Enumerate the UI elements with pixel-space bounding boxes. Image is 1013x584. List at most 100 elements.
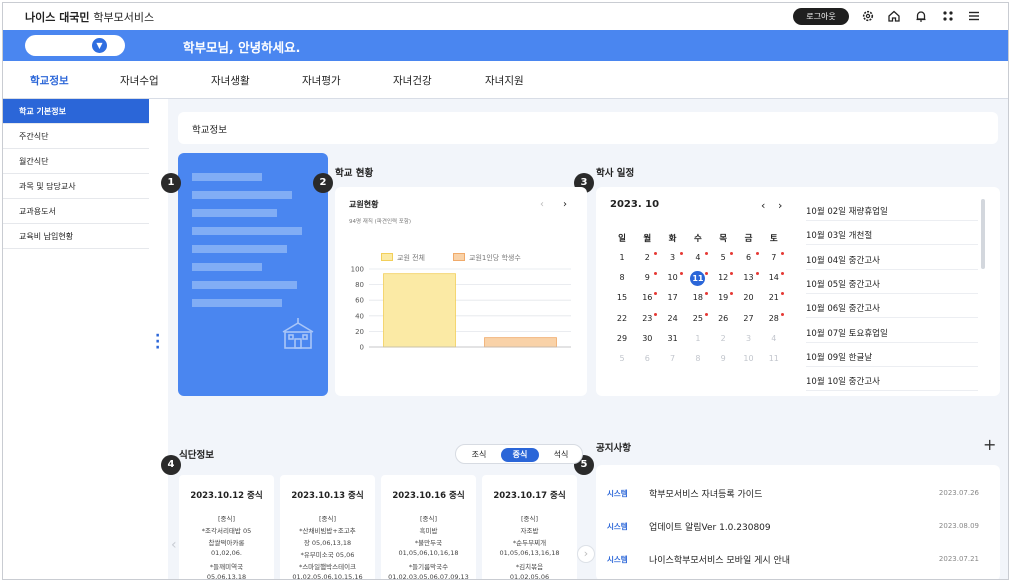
calendar-day[interactable]: 12 [715,271,731,285]
tab-child-life[interactable]: 자녀생활 [211,73,250,88]
calendar-day[interactable]: 20 [741,291,757,305]
calendar-day[interactable]: 6 [639,352,655,366]
child-select[interactable]: ▼ [25,35,125,56]
meal-card[interactable]: 2023.10.17 중식 [중식] 자조밥 *순두부찌개 01,05,06,13,16… [482,475,577,579]
menu-icon[interactable] [967,9,981,23]
tab-school-info[interactable]: 학교정보 [30,73,69,88]
apps-icon[interactable] [941,9,955,23]
calendar-day[interactable]: 27 [741,312,757,326]
calendar-day[interactable]: 1 [614,251,630,265]
tab-child-support[interactable]: 자녀지원 [485,73,524,88]
calendar-day[interactable]: 24 [665,312,681,326]
segment-lunch[interactable]: 중식 [501,448,539,462]
calendar-day[interactable]: 9 [715,352,731,366]
meal-menu-line: [중식] [318,515,337,523]
calendar-event[interactable]: 10월 06일 중간고사 [806,302,880,314]
calendar-day[interactable]: 29 [614,332,630,346]
next-arrow-icon[interactable]: › [563,199,567,210]
event-dot [654,312,658,316]
calendar-day[interactable]: 16 [639,291,655,305]
greeting-text: 학부모님, 안녕하세요. [183,40,301,55]
bell-icon[interactable] [914,9,928,23]
calendar-day[interactable]: 21 [766,291,782,305]
segment-dinner[interactable]: 석식 [542,448,580,462]
calendar-day[interactable]: 9 [639,271,655,285]
calendar-event[interactable]: 10월 05일 중간고사 [806,278,880,290]
segment-breakfast[interactable]: 조식 [460,448,498,462]
calendar-day[interactable]: 31 [665,332,681,346]
tab-child-eval[interactable]: 자녀평가 [302,73,341,88]
calendar-day-today[interactable]: 11 [690,271,706,287]
meal-prev-icon[interactable]: ‹ [171,537,177,553]
calendar-day[interactable]: 1 [690,332,706,346]
calendar-day[interactable]: 19 [715,291,731,305]
event-divider [806,244,978,246]
logo[interactable]: 나이스 대국민 학부모서비스 [25,9,154,25]
sidebar-item-subjects[interactable]: 과목 및 담당교사 [3,174,149,199]
calendar-day[interactable]: 4 [766,332,782,346]
tab-child-class[interactable]: 자녀수업 [120,73,159,88]
calendar-day[interactable]: 10 [741,352,757,366]
calendar-day[interactable]: 11 [766,352,782,366]
calendar-event[interactable]: 10월 02일 재량휴업일 [806,205,888,217]
calendar-day[interactable]: 10 [665,271,681,285]
sidebar-item-weekly-menu[interactable]: 주간식단 [3,124,149,149]
calendar-day[interactable]: 17 [665,291,681,305]
calendar-day[interactable]: 15 [614,291,630,305]
meal-card[interactable]: 2023.10.13 중식 [중식] *산채비빔밥+조고추 장 05,06,13,18… [280,475,375,579]
school-profile-card [178,153,328,396]
notice-row[interactable]: 시스템 학부모서비스 자녀등록 가이드 2023.07.26 [607,479,979,511]
sidebar-item-tuition[interactable]: 교육비 납입현황 [3,224,149,249]
calendar-day[interactable]: 8 [614,271,630,285]
calendar-day[interactable]: 13 [741,271,757,285]
event-dot [679,252,683,255]
calendar-event[interactable]: 10월 03일 개천절 [806,229,872,241]
sidebar-toggle-icon[interactable]: · · · [155,329,163,355]
sidebar-item-monthly-menu[interactable]: 월간식단 [3,149,149,174]
calendar-day[interactable]: 2 [639,251,655,265]
tab-child-health[interactable]: 자녀건강 [393,73,432,88]
meal-card[interactable]: 2023.10.12 중식 [중식] *조각서리태밥 05 찹쌀떡아카롱 01,02,0… [179,475,274,579]
home-icon[interactable] [887,9,901,23]
notice-add-icon[interactable]: + [983,435,996,454]
calendar-day[interactable]: 8 [690,352,706,366]
calendar-day[interactable]: 3 [665,251,681,265]
prev-arrow-icon[interactable]: ‹ [540,199,544,210]
notice-link[interactable]: 학부모서비스 자녀등록 가이드 [649,487,762,500]
legend-swatch-total [381,253,393,261]
notice-row[interactable]: 시스템 업데이트 알림Ver 1.0.230809 2023.08.09 [607,512,979,544]
notice-row[interactable]: 시스템 나이스학부모서비스 모바일 게시 안내 2023.07.21 [607,545,979,577]
calendar-day[interactable]: 25 [690,312,706,326]
calendar-day[interactable]: 28 [766,312,782,326]
meal-menu-line: 01,02,03,05,06,07,09,13 [388,573,469,580]
legend-label-ratio: 교원1인당 학생수 [469,254,521,262]
calendar-event[interactable]: 10월 04일 중간고사 [806,254,880,266]
calendar-day[interactable]: 3 [741,332,757,346]
event-dot [780,292,784,296]
calendar-day[interactable]: 7 [766,251,782,265]
calendar-event[interactable]: 10월 09일 한글날 [806,351,872,363]
calendar-day[interactable]: 2 [715,332,731,346]
calendar-day[interactable]: 4 [690,251,706,265]
calendar-day[interactable]: 5 [715,251,731,265]
notice-link[interactable]: 나이스학부모서비스 모바일 게시 안내 [649,553,790,566]
meal-card[interactable]: 2023.10.16 중식 [중식] 흑미밥 *불만두국 01,05,06,10,16,… [381,475,476,580]
calendar-day[interactable]: 30 [639,332,655,346]
calendar-day[interactable]: 6 [741,251,757,265]
calendar-day[interactable]: 7 [665,352,681,366]
logout-button[interactable]: 로그아웃 [793,8,849,25]
calendar-day[interactable]: 18 [690,291,706,305]
event-scrollbar[interactable] [981,199,985,269]
calendar-day[interactable]: 26 [715,312,731,326]
calendar-event[interactable]: 10월 07일 토요휴업일 [806,327,888,339]
calendar-day[interactable]: 14 [766,271,782,285]
calendar-day[interactable]: 5 [614,352,630,366]
calendar-day[interactable]: 23 [639,312,655,326]
meal-next-icon[interactable]: › [577,545,595,563]
calendar-event[interactable]: 10월 10일 중간고사 [806,375,880,387]
gear-icon[interactable] [861,9,875,23]
notice-link[interactable]: 업데이트 알림Ver 1.0.230809 [649,520,771,533]
sidebar-item-textbooks[interactable]: 교과용도서 [3,199,149,224]
calendar-day[interactable]: 22 [614,312,630,326]
sidebar-item-basic-info[interactable]: 학교 기본정보 [3,99,149,124]
